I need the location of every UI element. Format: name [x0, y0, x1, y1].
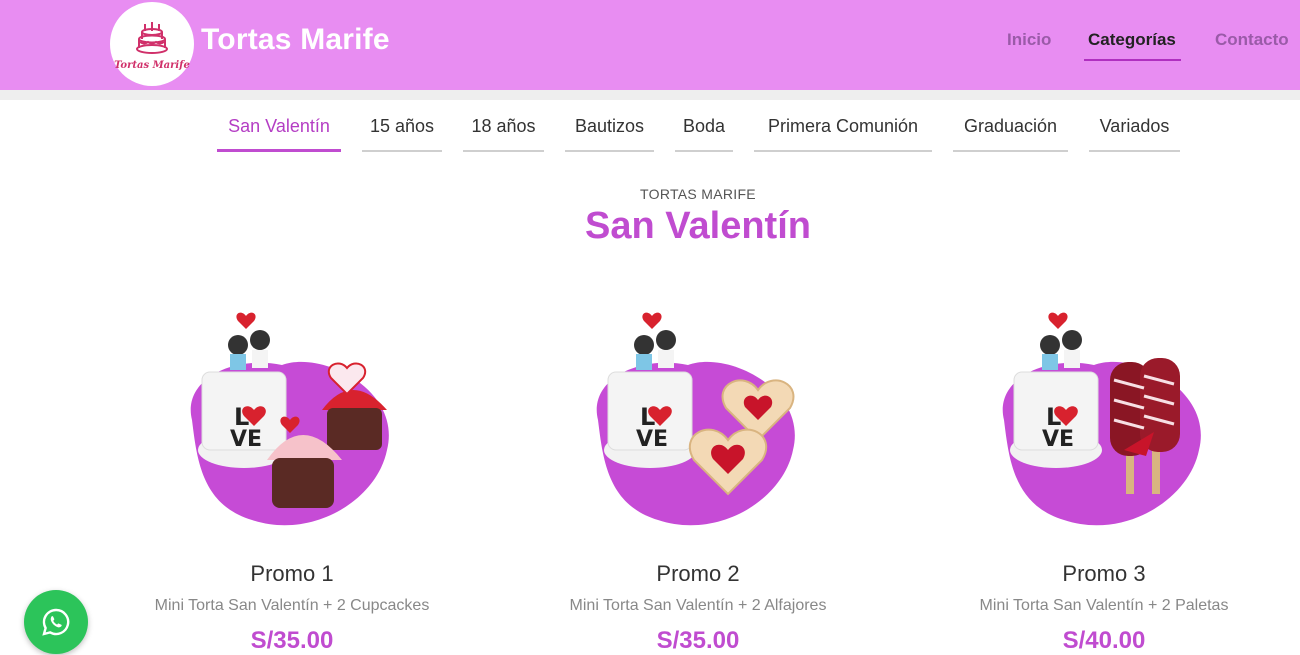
logo-text: Tortas Marife — [114, 59, 190, 71]
product-description: Mini Torta San Valentín + 2 Cupcackes — [154, 597, 430, 614]
brand-name[interactable]: Tortas Marife — [201, 23, 390, 57]
cake-alfajores-image[interactable]: L VE — [578, 300, 818, 540]
header-divider — [0, 90, 1300, 100]
product-name[interactable]: Promo 1 — [122, 561, 462, 587]
tab-san-valentin[interactable]: San Valentín — [217, 114, 341, 152]
tab-primera-comunion[interactable]: Primera Comunión — [754, 114, 932, 152]
tab-15-anos[interactable]: 15 años — [362, 114, 442, 152]
cake-paletas-image[interactable]: L VE — [984, 300, 1224, 540]
tab-variados[interactable]: Variados — [1089, 114, 1180, 152]
product-description: Mini Torta San Valentín + 2 Paletas — [979, 597, 1229, 614]
tab-18-anos[interactable]: 18 años — [463, 114, 544, 152]
product-name[interactable]: Promo 3 — [934, 561, 1274, 587]
product-name[interactable]: Promo 2 — [528, 561, 868, 587]
nav-inicio[interactable]: Inicio — [1007, 30, 1051, 50]
svg-text:VE: VE — [636, 427, 668, 452]
product-card[interactable]: L VE Promo 3 Mini Torta San Valentín + 2… — [934, 300, 1274, 654]
section-eyebrow: TORTAS MARIFE — [640, 186, 756, 202]
tab-graduacion[interactable]: Graduación — [953, 114, 1068, 152]
whatsapp-icon — [42, 608, 70, 636]
product-price: S/35.00 — [656, 627, 740, 654]
category-tabs: San Valentín 15 años 18 años Bautizos Bo… — [0, 114, 1300, 154]
product-price: S/40.00 — [1062, 627, 1146, 654]
nav-categorias[interactable]: Categorías — [1088, 30, 1176, 50]
tab-bautizos[interactable]: Bautizos — [565, 114, 654, 152]
tab-boda[interactable]: Boda — [675, 114, 733, 152]
product-description: Mini Torta San Valentín + 2 Alfajores — [569, 597, 827, 614]
cake-logo-icon — [136, 21, 168, 54]
section-title: San Valentín — [585, 205, 811, 247]
site-header: Tortas Marife Tortas Marife Inicio Categ… — [0, 0, 1300, 90]
cake-cupcakes-image[interactable]: L VE — [172, 300, 412, 540]
brand-logo[interactable]: Tortas Marife — [110, 2, 194, 86]
svg-text:VE: VE — [230, 427, 262, 452]
product-card[interactable]: L VE Promo 2 Mini Torta San Valentín + 2… — [528, 300, 868, 654]
nav-contacto[interactable]: Contacto — [1215, 30, 1289, 50]
nav-active-underline — [1084, 59, 1181, 61]
whatsapp-button[interactable] — [24, 590, 88, 654]
product-card[interactable]: L VE Promo 1 Mini Torta San Valentín + 2… — [122, 300, 462, 654]
product-price: S/35.00 — [250, 627, 334, 654]
svg-text:VE: VE — [1042, 427, 1074, 452]
